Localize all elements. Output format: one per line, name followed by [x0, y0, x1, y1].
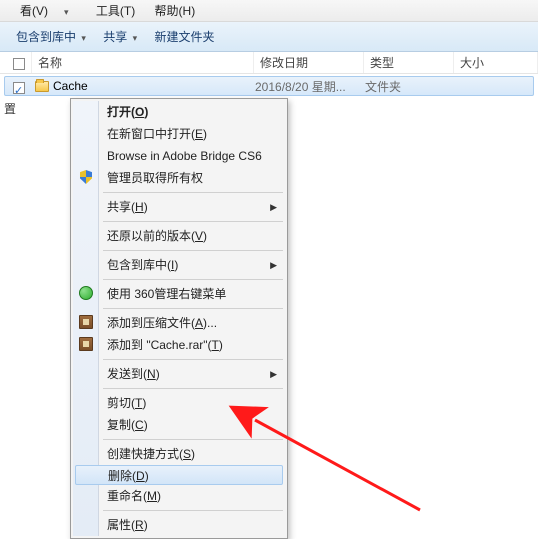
ctx-open[interactable]: 打开(O) — [73, 101, 285, 123]
separator — [103, 221, 283, 222]
menu-view[interactable]: 看(V)▾ — [4, 0, 85, 23]
ctx-properties[interactable]: 属性(R) — [73, 514, 285, 536]
ctx-open-new-window[interactable]: 在新窗口中打开(E) — [73, 123, 285, 145]
ctx-rename[interactable]: 重命名(M) — [73, 485, 285, 507]
360-icon — [78, 285, 94, 301]
separator — [103, 192, 283, 193]
context-menu: 打开(O) 在新窗口中打开(E) Browse in Adobe Bridge … — [70, 98, 288, 539]
ctx-take-ownership[interactable]: 管理员取得所有权 — [73, 167, 285, 189]
ctx-add-to-cache-rar[interactable]: 添加到 "Cache.rar"(T) — [73, 334, 285, 356]
separator — [103, 359, 283, 360]
ctx-include-in-library[interactable]: 包含到库中(I)▶ — [73, 254, 285, 276]
file-row-selected[interactable]: Cache 2016/8/20 星期... 文件夹 — [4, 76, 534, 96]
header-name[interactable]: 名称 — [32, 52, 254, 73]
rar-icon — [78, 314, 94, 330]
ctx-add-to-archive[interactable]: 添加到压缩文件(A)... — [73, 312, 285, 334]
ctx-send-to[interactable]: 发送到(N)▶ — [73, 363, 285, 385]
separator — [103, 439, 283, 440]
separator — [103, 510, 283, 511]
menu-help[interactable]: 帮助(H) — [147, 0, 204, 22]
list-header: 名称 修改日期 类型 大小 — [0, 52, 538, 74]
row-type: 文件夹 — [365, 77, 455, 95]
separator — [103, 308, 283, 309]
separator — [103, 250, 283, 251]
ctx-restore-previous[interactable]: 还原以前的版本(V) — [73, 225, 285, 247]
toolbar-include-in-library[interactable]: 包含到库中 ▾ — [12, 22, 96, 53]
ctx-adobe-bridge[interactable]: Browse in Adobe Bridge CS6 — [73, 145, 285, 167]
ctx-create-shortcut[interactable]: 创建快捷方式(S) — [73, 443, 285, 465]
row-date: 2016/8/20 星期... — [255, 77, 365, 95]
folder-icon — [35, 81, 49, 92]
separator — [103, 279, 283, 280]
shield-icon — [78, 169, 94, 185]
command-bar: 包含到库中 ▾ 共享 ▾ 新建文件夹 — [0, 22, 538, 52]
rar-icon — [78, 336, 94, 352]
ctx-share[interactable]: 共享(H)▶ — [73, 196, 285, 218]
row-name: Cache — [53, 77, 88, 95]
header-checkbox[interactable] — [0, 52, 32, 73]
separator — [103, 388, 283, 389]
ctx-360-menu[interactable]: 使用 360管理右键菜单 — [73, 283, 285, 305]
toolbar-share[interactable]: 共享 ▾ — [99, 22, 147, 53]
row-checkbox[interactable] — [5, 77, 33, 95]
nav-pane-fragment: 置 — [0, 100, 14, 120]
header-type[interactable]: 类型 — [364, 52, 454, 73]
ctx-delete[interactable]: 删除(D) — [75, 465, 283, 485]
ctx-copy[interactable]: 复制(C) — [73, 414, 285, 436]
row-size — [455, 77, 533, 95]
ctx-cut[interactable]: 剪切(T) — [73, 392, 285, 414]
header-date[interactable]: 修改日期 — [254, 52, 364, 73]
menu-bar: 看(V)▾ 工具(T) 帮助(H) — [0, 0, 538, 22]
toolbar-new-folder[interactable]: 新建文件夹 — [150, 22, 224, 52]
menu-tools[interactable]: 工具(T) — [88, 0, 143, 22]
header-size[interactable]: 大小 — [454, 52, 538, 73]
